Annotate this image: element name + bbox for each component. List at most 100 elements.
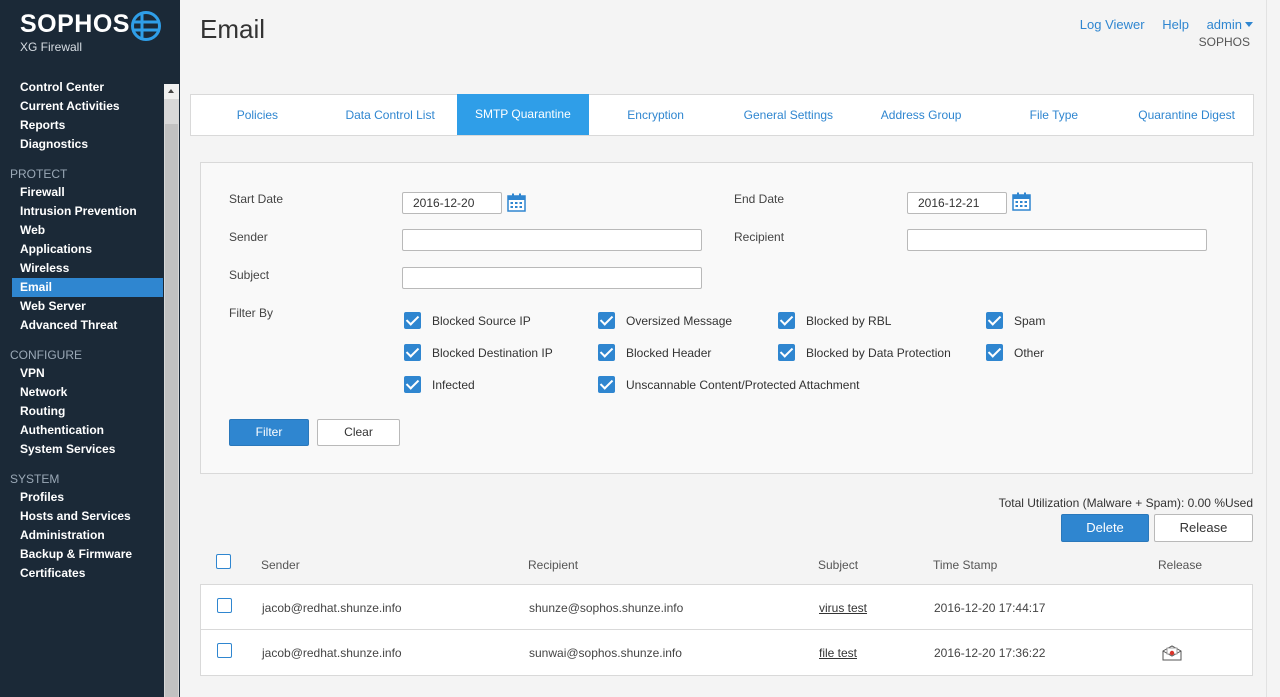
release-mail-icon[interactable] [1162, 645, 1182, 661]
page-title: Email [200, 14, 266, 44]
column-header-sender[interactable]: Sender [261, 558, 300, 572]
checkbox-checked-icon[interactable] [598, 312, 615, 329]
sidebar-item-email[interactable]: Email [12, 278, 163, 297]
sidebar-item-routing[interactable]: Routing [0, 402, 164, 421]
filter-button[interactable]: Filter [229, 419, 309, 446]
tab-smtp-quarantine[interactable]: SMTP Quarantine [456, 94, 590, 135]
tab-bar: Policies Data Control List SMTP Quaranti… [190, 94, 1254, 136]
delete-button[interactable]: Delete [1061, 514, 1149, 542]
sidebar-item-control-center[interactable]: Control Center [0, 78, 164, 97]
start-date-input[interactable]: 2016-12-20 [402, 192, 502, 214]
subject-input[interactable] [402, 267, 702, 289]
checkbox-blocked-destination-ip[interactable]: Blocked Destination IP [404, 344, 553, 361]
help-link[interactable]: Help [1162, 17, 1189, 32]
select-all-checkbox[interactable] [216, 554, 231, 569]
sidebar-item-hosts-and-services[interactable]: Hosts and Services [0, 507, 164, 526]
filter-panel: Start Date 2016-12-20 End Date 2016-12-2… [200, 162, 1253, 474]
sidebar-item-authentication[interactable]: Authentication [0, 421, 164, 440]
column-header-subject[interactable]: Subject [818, 558, 858, 572]
row-sender: jacob@redhat.shunze.info [262, 601, 402, 615]
sidebar-item-backup-firmware[interactable]: Backup & Firmware [0, 545, 164, 564]
checkbox-other[interactable]: Other [986, 344, 1044, 361]
subject-label: Subject [229, 268, 270, 282]
column-header-time-stamp[interactable]: Time Stamp [933, 558, 997, 572]
table-row: jacob@redhat.shunze.info sunwai@sophos.s… [200, 630, 1253, 676]
sidebar-item-diagnostics[interactable]: Diagnostics [0, 135, 164, 154]
column-header-recipient[interactable]: Recipient [528, 558, 578, 572]
checkbox-checked-icon[interactable] [404, 344, 421, 361]
checkbox-label: Blocked Destination IP [432, 345, 553, 360]
sidebar-item-applications[interactable]: Applications [0, 240, 164, 259]
sidebar-item-vpn[interactable]: VPN [0, 364, 164, 383]
row-checkbox[interactable] [217, 598, 232, 613]
sidebar-item-profiles[interactable]: Profiles [0, 488, 164, 507]
checkbox-infected[interactable]: Infected [404, 376, 475, 393]
checkbox-checked-icon[interactable] [598, 344, 615, 361]
tab-data-control-list[interactable]: Data Control List [324, 95, 457, 135]
tab-policies[interactable]: Policies [191, 95, 324, 135]
sidebar-item-current-activities[interactable]: Current Activities [0, 97, 164, 116]
checkbox-oversized-message[interactable]: Oversized Message [598, 312, 732, 329]
sidebar-scrollbar[interactable] [164, 84, 179, 697]
row-sender: jacob@redhat.shunze.info [262, 646, 402, 660]
sidebar-item-intrusion-prevention[interactable]: Intrusion Prevention [0, 202, 164, 221]
row-checkbox[interactable] [217, 643, 232, 658]
sidebar-item-reports[interactable]: Reports [0, 116, 164, 135]
admin-menu[interactable]: admin [1207, 17, 1253, 32]
release-button[interactable]: Release [1154, 514, 1253, 542]
tab-file-type[interactable]: File Type [988, 95, 1121, 135]
row-subject-link[interactable]: file test [819, 646, 857, 660]
clear-button[interactable]: Clear [317, 419, 400, 446]
sidebar-item-administration[interactable]: Administration [0, 526, 164, 545]
sidebar-item-wireless[interactable]: Wireless [0, 259, 164, 278]
checkbox-label: Blocked by Data Protection [806, 345, 951, 360]
nav-section-configure: CONFIGURE [10, 348, 82, 362]
log-viewer-link[interactable]: Log Viewer [1080, 17, 1145, 32]
checkbox-blocked-by-rbl[interactable]: Blocked by RBL [778, 312, 891, 329]
checkbox-checked-icon[interactable] [404, 312, 421, 329]
row-recipient: shunze@sophos.shunze.info [529, 601, 684, 615]
sophos-logo-icon [131, 11, 161, 41]
column-header-release: Release [1158, 558, 1203, 572]
recipient-input[interactable] [907, 229, 1207, 251]
checkbox-checked-icon[interactable] [778, 344, 795, 361]
checkbox-label: Blocked Source IP [432, 313, 531, 328]
admin-label: admin [1206, 17, 1242, 32]
checkbox-checked-icon[interactable] [404, 376, 421, 393]
checkbox-blocked-header[interactable]: Blocked Header [598, 344, 711, 361]
start-date-calendar-icon[interactable] [507, 193, 526, 212]
checkbox-label: Unscannable Content/Protected Attachment [626, 377, 860, 392]
row-recipient: sunwai@sophos.shunze.info [529, 646, 682, 660]
tab-encryption[interactable]: Encryption [589, 95, 722, 135]
sidebar-item-web[interactable]: Web [0, 221, 164, 240]
checkbox-blocked-source-ip[interactable]: Blocked Source IP [404, 312, 531, 329]
scrollbar-thumb[interactable] [165, 124, 178, 697]
filter-by-label: Filter By [229, 306, 274, 320]
total-utilization: Total Utilization (Malware + Spam): 0.00… [998, 496, 1253, 510]
sidebar-item-firewall[interactable]: Firewall [0, 183, 164, 202]
sidebar-item-advanced-threat[interactable]: Advanced Threat [0, 316, 164, 335]
sidebar-item-certificates[interactable]: Certificates [0, 564, 164, 583]
sidebar-item-network[interactable]: Network [0, 383, 164, 402]
sidebar-item-system-services[interactable]: System Services [0, 440, 164, 459]
end-date-calendar-icon[interactable] [1012, 192, 1031, 211]
checkbox-checked-icon[interactable] [986, 344, 1003, 361]
checkbox-label: Oversized Message [626, 313, 733, 328]
sidebar-item-web-server[interactable]: Web Server [0, 297, 164, 316]
row-subject-link[interactable]: virus test [819, 601, 867, 615]
recipient-label: Recipient [734, 230, 785, 244]
sender-label: Sender [229, 230, 268, 244]
tab-quarantine-digest[interactable]: Quarantine Digest [1120, 95, 1253, 135]
sidebar-nav: Control Center Current Activities Report… [0, 78, 164, 697]
end-date-input[interactable]: 2016-12-21 [907, 192, 1007, 214]
sender-input[interactable] [402, 229, 702, 251]
checkbox-unscannable-content[interactable]: Unscannable Content/Protected Attachment [598, 376, 859, 393]
checkbox-blocked-by-data-protection[interactable]: Blocked by Data Protection [778, 344, 951, 361]
checkbox-checked-icon[interactable] [986, 312, 1003, 329]
checkbox-checked-icon[interactable] [598, 376, 615, 393]
scroll-up-arrow-icon[interactable] [164, 84, 179, 99]
tab-address-group[interactable]: Address Group [855, 95, 988, 135]
checkbox-checked-icon[interactable] [778, 312, 795, 329]
tab-general-settings[interactable]: General Settings [722, 95, 855, 135]
checkbox-spam[interactable]: Spam [986, 312, 1045, 329]
